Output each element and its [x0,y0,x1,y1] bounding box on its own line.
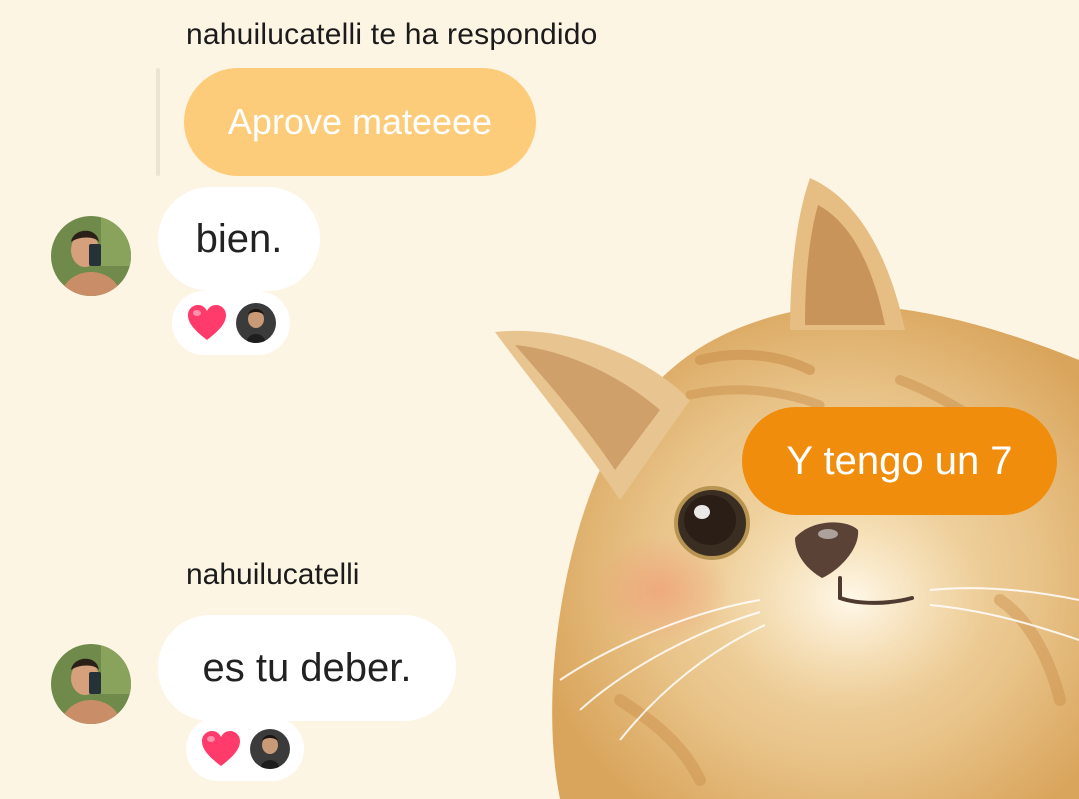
reactor-avatar-icon [250,729,290,769]
avatar-photo-icon [51,644,131,724]
message-text: Y tengo un 7 [786,438,1013,483]
quote-indicator-bar [156,68,160,176]
sender-avatar[interactable] [51,644,131,724]
message-text: bien. [195,216,283,261]
message-reactions[interactable] [172,291,290,355]
message-text: es tu deber. [202,645,412,690]
chat-thread: nahuilucatelli te ha respondido Aprove m… [0,0,1079,799]
incoming-message-bubble[interactable]: bien. [158,187,320,291]
heart-reaction-icon [188,305,226,340]
sender-avatar[interactable] [51,216,131,296]
avatar-photo-icon [51,216,131,296]
message-reactions[interactable] [186,717,304,781]
quoted-message-bubble[interactable]: Aprove mateeee [184,68,536,176]
quoted-message-text: Aprove mateeee [227,101,493,142]
heart-reaction-icon [202,731,240,766]
incoming-message-bubble[interactable]: es tu deber. [158,615,456,721]
outgoing-message-bubble[interactable]: Y tengo un 7 [742,407,1057,515]
sender-name: nahuilucatelli [186,558,360,591]
reply-context-label: nahuilucatelli te ha respondido [186,18,598,51]
reactor-avatar-icon [236,303,276,343]
